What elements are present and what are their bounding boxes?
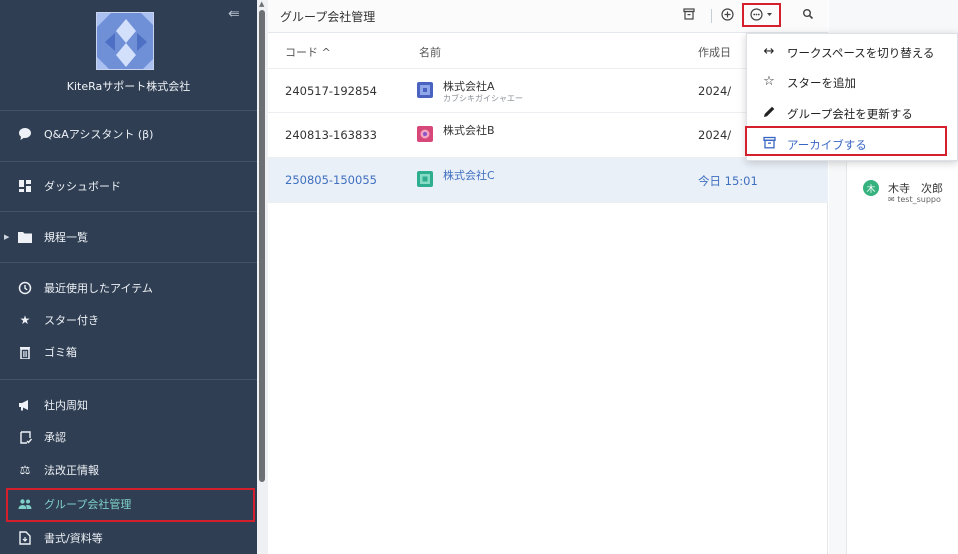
column-header-code[interactable]: コード ^ — [285, 44, 331, 60]
scales-icon: ⚖ — [19, 463, 31, 477]
user-name: 木寺 次郎 — [888, 182, 943, 195]
menu-item-add-star[interactable]: ☆ スターを追加 — [747, 67, 958, 97]
sidebar-scrollbar[interactable]: ▲ — [257, 0, 268, 554]
highlight-box — [745, 126, 947, 156]
table-row[interactable]: 240813-163833 株式会社B 2024/ — [268, 113, 828, 158]
search-icon[interactable] — [802, 8, 814, 23]
collapse-sidebar-icon[interactable]: ⇚ — [228, 6, 240, 22]
star-outline-icon: ☆ — [763, 74, 775, 89]
sidebar-item-regulations[interactable]: ▶ 規程一覧 — [0, 221, 257, 253]
company-name: KiteRaサポート株式会社 — [66, 80, 191, 93]
trash-icon — [18, 345, 32, 359]
sidebar-item-trash[interactable]: ゴミ箱 — [0, 336, 257, 368]
sidebar-item-documents[interactable]: 書式/資料等 — [0, 522, 257, 554]
company-avatar — [417, 126, 433, 142]
sidebar-item-starred[interactable]: ★ スター付き — [0, 304, 257, 336]
swap-icon: ↔ — [763, 44, 775, 59]
sidebar-item-law-updates[interactable]: ⚖ 法改正情報 — [0, 454, 257, 486]
sidebar-item-recent[interactable]: 最近使用したアイテム — [0, 272, 257, 304]
menu-item-switch-workspace[interactable]: ↔ ワークスペースを切り替える — [747, 37, 958, 67]
user-email: ✉ test_suppo — [888, 195, 941, 204]
divider — [0, 110, 257, 111]
chat-icon — [18, 127, 32, 141]
divider — [0, 262, 257, 263]
toolbar-separator — [711, 9, 712, 23]
dashboard-icon — [18, 179, 32, 193]
menu-item-update-group-company[interactable]: グループ会社を更新する — [747, 98, 958, 128]
clock-icon — [18, 281, 32, 295]
user-avatar: 木 — [863, 180, 879, 196]
expand-arrow-icon[interactable]: ▶ — [4, 233, 9, 241]
sidebar: ⇚ KiteRaサポート株式会社 Q&Aアシスタント (β) ダッシュボード ▶ — [0, 0, 257, 554]
divider — [0, 379, 257, 380]
sidebar-item-qa-assistant[interactable]: Q&Aアシスタント (β) — [0, 118, 257, 150]
approval-icon — [18, 430, 32, 444]
sidebar-item-approval[interactable]: 承認 — [0, 421, 257, 453]
main-content: グループ会社管理 コード ^ 名前 作成日 240517-192854 株式会社… — [268, 0, 828, 554]
folder-icon — [18, 230, 32, 244]
highlight-box — [742, 3, 781, 27]
divider — [0, 161, 257, 162]
company-logo — [96, 12, 154, 70]
detail-card — [846, 162, 958, 554]
pencil-icon — [761, 105, 777, 122]
column-header-created[interactable]: 作成日 — [698, 44, 731, 60]
column-header-name[interactable]: 名前 — [419, 44, 441, 60]
page-title: グループ会社管理 — [280, 10, 376, 24]
sidebar-item-dashboard[interactable]: ダッシュボード — [0, 170, 257, 202]
table-row[interactable]: 240517-192854 株式会社A カブシキガイシャエー 2024/ — [268, 68, 828, 113]
table-row-selected[interactable]: 250805-150055 株式会社C 今日 15:01 — [268, 158, 828, 203]
scrollbar-thumb[interactable] — [259, 10, 265, 482]
company-avatar — [417, 171, 433, 187]
add-circle-icon[interactable] — [721, 8, 734, 24]
toolbar: グループ会社管理 — [268, 0, 828, 33]
highlight-box — [6, 488, 255, 522]
star-icon: ★ — [19, 313, 31, 327]
document-icon — [18, 531, 32, 545]
archive-box-icon[interactable] — [683, 8, 695, 23]
mail-icon: ✉ — [888, 195, 898, 204]
megaphone-icon — [18, 398, 32, 412]
company-avatar — [417, 82, 433, 98]
divider — [0, 211, 257, 212]
sidebar-item-announcements[interactable]: 社内周知 — [0, 389, 257, 421]
scroll-up-icon[interactable]: ▲ — [259, 0, 264, 8]
